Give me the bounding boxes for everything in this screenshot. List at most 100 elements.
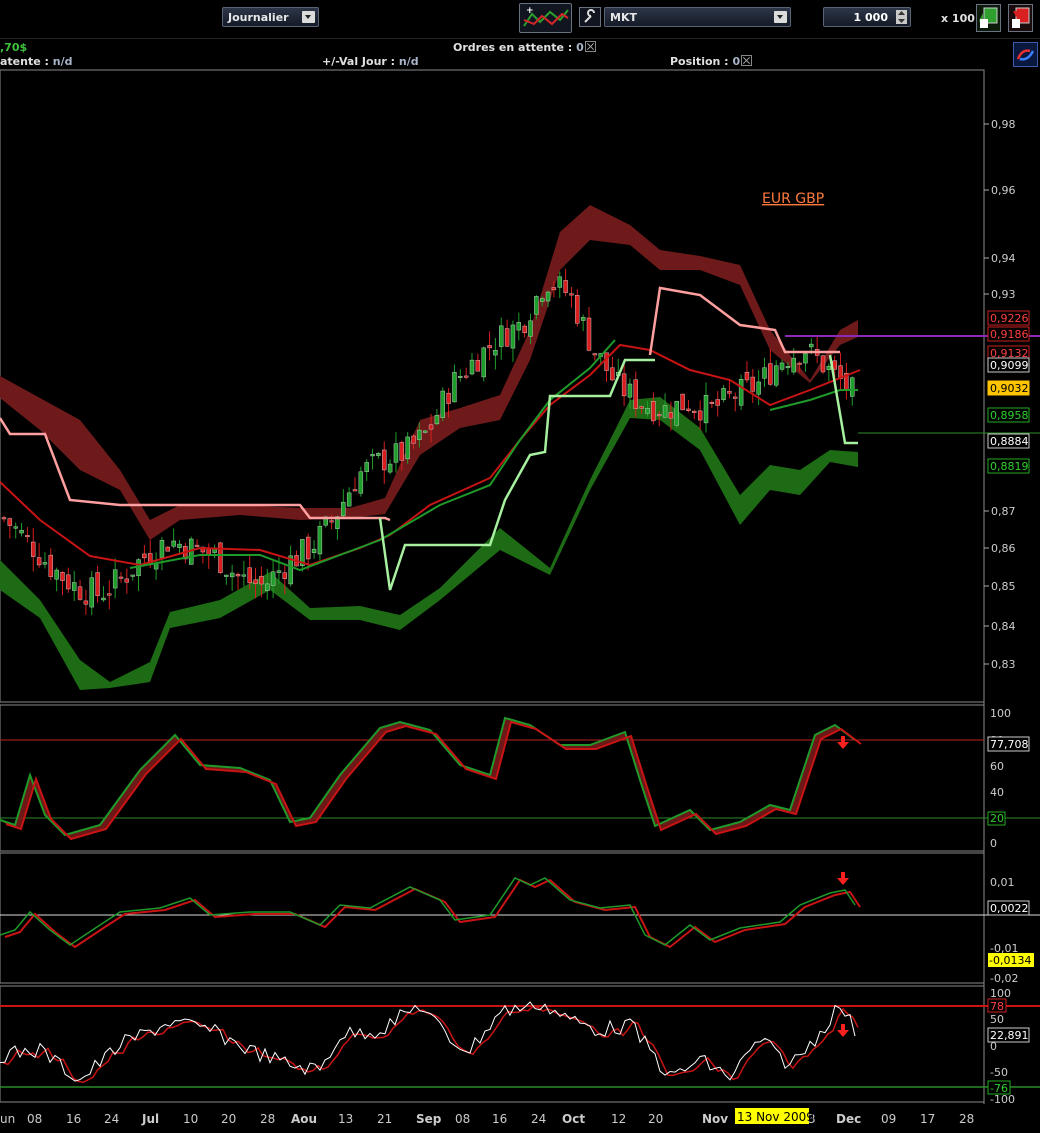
candle xyxy=(376,453,381,456)
candle xyxy=(346,492,352,507)
y-tick-label: 0,83 xyxy=(991,658,1016,671)
candle xyxy=(458,376,463,378)
candle xyxy=(95,572,100,596)
candle xyxy=(118,576,124,579)
x-axis-label: 17 xyxy=(920,1112,935,1126)
chart-title: EUR GBP xyxy=(762,191,824,207)
candle xyxy=(627,383,633,398)
candle xyxy=(686,408,691,411)
osc2-value2: -0,0134 xyxy=(989,954,1031,967)
candle xyxy=(733,396,738,399)
candle xyxy=(633,379,638,409)
candle xyxy=(475,360,481,372)
candle xyxy=(247,567,252,584)
x-axis-label: Aou xyxy=(291,1112,317,1126)
candle xyxy=(25,535,30,538)
candle xyxy=(738,378,744,406)
candle xyxy=(423,430,428,433)
candle xyxy=(130,574,135,577)
candle xyxy=(259,575,264,585)
candle xyxy=(639,406,644,409)
candle xyxy=(364,462,369,472)
candle xyxy=(662,405,668,418)
candle xyxy=(235,573,241,577)
candle xyxy=(311,548,317,553)
candle xyxy=(680,393,685,411)
y-tick-label: 0,98 xyxy=(991,118,1016,131)
candle xyxy=(604,352,609,371)
candle xyxy=(60,572,65,581)
price-label: 0,8958 xyxy=(990,409,1029,422)
candle xyxy=(1,517,7,520)
candle xyxy=(341,501,346,517)
x-axis-label: 28 xyxy=(260,1112,275,1126)
candle xyxy=(241,574,247,577)
candle xyxy=(493,349,498,356)
candle xyxy=(586,317,592,351)
candle xyxy=(850,377,855,397)
candle xyxy=(382,449,387,471)
osc1-value: 77,708 xyxy=(990,738,1029,751)
candle xyxy=(54,569,59,580)
osc1-level: 20 xyxy=(990,812,1004,825)
candle xyxy=(674,401,679,426)
candle xyxy=(756,381,761,395)
candle xyxy=(417,429,422,440)
candle xyxy=(142,553,147,559)
candle xyxy=(282,572,287,579)
candle xyxy=(452,372,457,403)
candle xyxy=(329,520,334,523)
x-axis-label: 10 xyxy=(183,1112,198,1126)
candle xyxy=(709,402,715,404)
osc1-tick-label: 60 xyxy=(990,760,1004,773)
candle xyxy=(645,408,650,414)
candle xyxy=(809,343,814,348)
osc3-tick-label: 50 xyxy=(990,1013,1004,1026)
x-axis-label: un xyxy=(0,1112,15,1126)
candle xyxy=(779,362,785,370)
y-tick-label: 0,85 xyxy=(991,580,1016,593)
candle xyxy=(206,548,211,555)
osc3-level-low: -76 xyxy=(990,1082,1008,1095)
candle xyxy=(224,574,229,577)
candle xyxy=(136,559,141,577)
candle xyxy=(721,388,726,400)
date-marker: 13 Nov 2009 xyxy=(737,1110,814,1124)
candle xyxy=(692,410,697,413)
x-axis-label: 08 xyxy=(27,1112,42,1126)
candle xyxy=(528,320,533,337)
candle xyxy=(446,392,451,404)
candle xyxy=(393,443,399,463)
candle xyxy=(31,541,36,557)
x-axis-label: 12 xyxy=(611,1112,626,1126)
osc2-tick-label: -0,02 xyxy=(990,972,1018,985)
candle xyxy=(551,287,557,291)
x-axis-label: 20 xyxy=(221,1112,236,1126)
candle xyxy=(7,518,13,526)
price-label: 0,8819 xyxy=(990,460,1029,473)
candle xyxy=(703,395,709,424)
x-axis-label: 24 xyxy=(531,1112,546,1126)
y-tick-label: 0,93 xyxy=(991,288,1016,301)
candle xyxy=(42,562,48,565)
x-axis-label: 16 xyxy=(492,1112,507,1126)
candle xyxy=(358,471,364,494)
candle xyxy=(405,436,410,460)
candle xyxy=(265,583,270,591)
candle xyxy=(580,317,586,321)
x-axis-label: 08 xyxy=(455,1112,470,1126)
candle xyxy=(826,365,832,370)
candle xyxy=(785,366,791,369)
candle xyxy=(124,578,130,583)
price-label: 0,9186 xyxy=(990,328,1029,341)
candle xyxy=(715,399,720,406)
price-label: 0,9226 xyxy=(990,312,1029,325)
osc3-tick-label: 100 xyxy=(990,987,1011,1000)
candle xyxy=(657,414,662,417)
candle xyxy=(107,593,112,596)
candle xyxy=(545,291,551,302)
x-axis-label: 24 xyxy=(104,1112,119,1126)
candle xyxy=(820,355,826,373)
candle xyxy=(112,569,118,589)
candle xyxy=(516,322,521,331)
